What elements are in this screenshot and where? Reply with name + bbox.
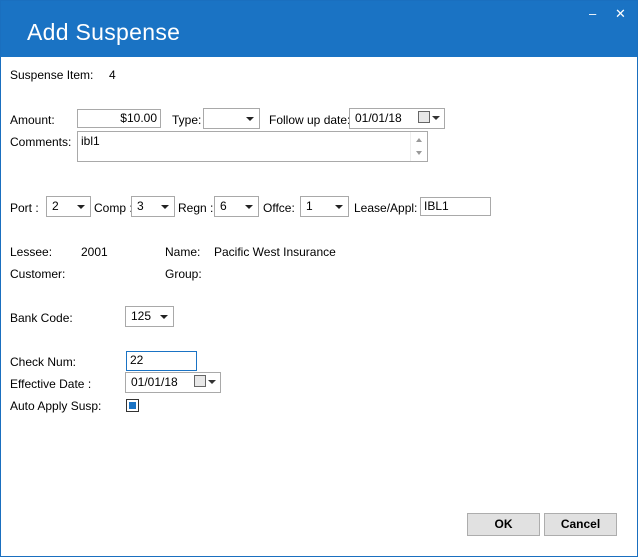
follow-up-date-value: 01/01/18 <box>355 111 402 125</box>
window-title: Add Suspense <box>27 19 181 45</box>
bank-code-select[interactable]: 125 <box>125 306 174 327</box>
type-label: Type: <box>172 113 202 127</box>
group-label: Group: <box>165 267 202 281</box>
effective-date-picker[interactable]: 01/01/18 <box>125 372 221 393</box>
check-num-field[interactable]: 22 <box>126 351 197 371</box>
regn-select[interactable]: 6 <box>214 196 259 217</box>
office-select-value: 1 <box>306 199 313 213</box>
port-select-value: 2 <box>52 199 59 213</box>
cancel-button[interactable]: Cancel <box>544 513 617 536</box>
chevron-down-icon <box>160 315 168 319</box>
regn-select-value: 6 <box>220 199 227 213</box>
amount-label: Amount: <box>10 113 55 127</box>
chevron-down-icon[interactable] <box>432 116 440 120</box>
scroll-down-icon[interactable] <box>416 151 422 155</box>
calendar-icon[interactable] <box>194 375 206 387</box>
auto-apply-susp-checkbox[interactable] <box>126 399 139 412</box>
office-label: Offce: <box>263 201 295 215</box>
effective-date-value: 01/01/18 <box>131 375 178 389</box>
name-value: Pacific West Insurance <box>214 245 336 259</box>
customer-label: Customer: <box>10 267 66 281</box>
chevron-down-icon <box>335 205 343 209</box>
lessee-value: 2001 <box>81 245 108 259</box>
comments-label: Comments: <box>10 135 72 149</box>
follow-up-date-label: Follow up date: <box>269 113 351 127</box>
suspense-item-value: 4 <box>109 68 116 82</box>
chevron-down-icon[interactable] <box>208 380 216 384</box>
type-select[interactable] <box>203 108 260 129</box>
ok-button[interactable]: OK <box>467 513 540 536</box>
suspense-item-label: Suspense Item: <box>10 68 94 82</box>
chevron-down-icon <box>246 117 254 121</box>
chevron-down-icon <box>77 205 85 209</box>
calendar-icon[interactable] <box>418 111 430 123</box>
chevron-down-icon <box>161 205 169 209</box>
regn-label: Regn : <box>178 201 214 215</box>
lessee-label: Lessee: <box>10 245 53 259</box>
checkbox-fill <box>129 402 136 409</box>
check-num-label: Check Num: <box>10 355 77 369</box>
chevron-down-icon <box>245 205 253 209</box>
title-bar: Add Suspense – ✕ <box>1 1 637 57</box>
lease-appl-label: Lease/Appl: <box>354 201 418 215</box>
name-label: Name: <box>165 245 201 259</box>
bank-code-value: 125 <box>131 309 152 323</box>
scroll-up-icon[interactable] <box>416 138 422 142</box>
comments-textarea[interactable]: ibl1 <box>77 131 428 162</box>
effective-date-label: Effective Date : <box>10 377 92 391</box>
bank-code-label: Bank Code: <box>10 311 73 325</box>
office-select[interactable]: 1 <box>300 196 349 217</box>
comp-select-value: 3 <box>137 199 144 213</box>
port-label: Port : <box>10 201 39 215</box>
comp-select[interactable]: 3 <box>131 196 175 217</box>
comments-scrollbar[interactable] <box>410 132 427 161</box>
follow-up-date-picker[interactable]: 01/01/18 <box>349 108 445 129</box>
comments-text: ibl1 <box>81 134 100 148</box>
amount-field[interactable]: $10.00 <box>77 109 161 128</box>
add-suspense-dialog: Add Suspense – ✕ Suspense Item: 4 Amount… <box>0 0 638 557</box>
comp-label: Comp : <box>94 201 133 215</box>
minimize-icon[interactable]: – <box>589 7 596 21</box>
auto-apply-susp-label: Auto Apply Susp: <box>10 399 102 413</box>
port-select[interactable]: 2 <box>46 196 91 217</box>
lease-appl-field[interactable]: IBL1 <box>420 197 491 216</box>
close-icon[interactable]: ✕ <box>615 7 626 21</box>
